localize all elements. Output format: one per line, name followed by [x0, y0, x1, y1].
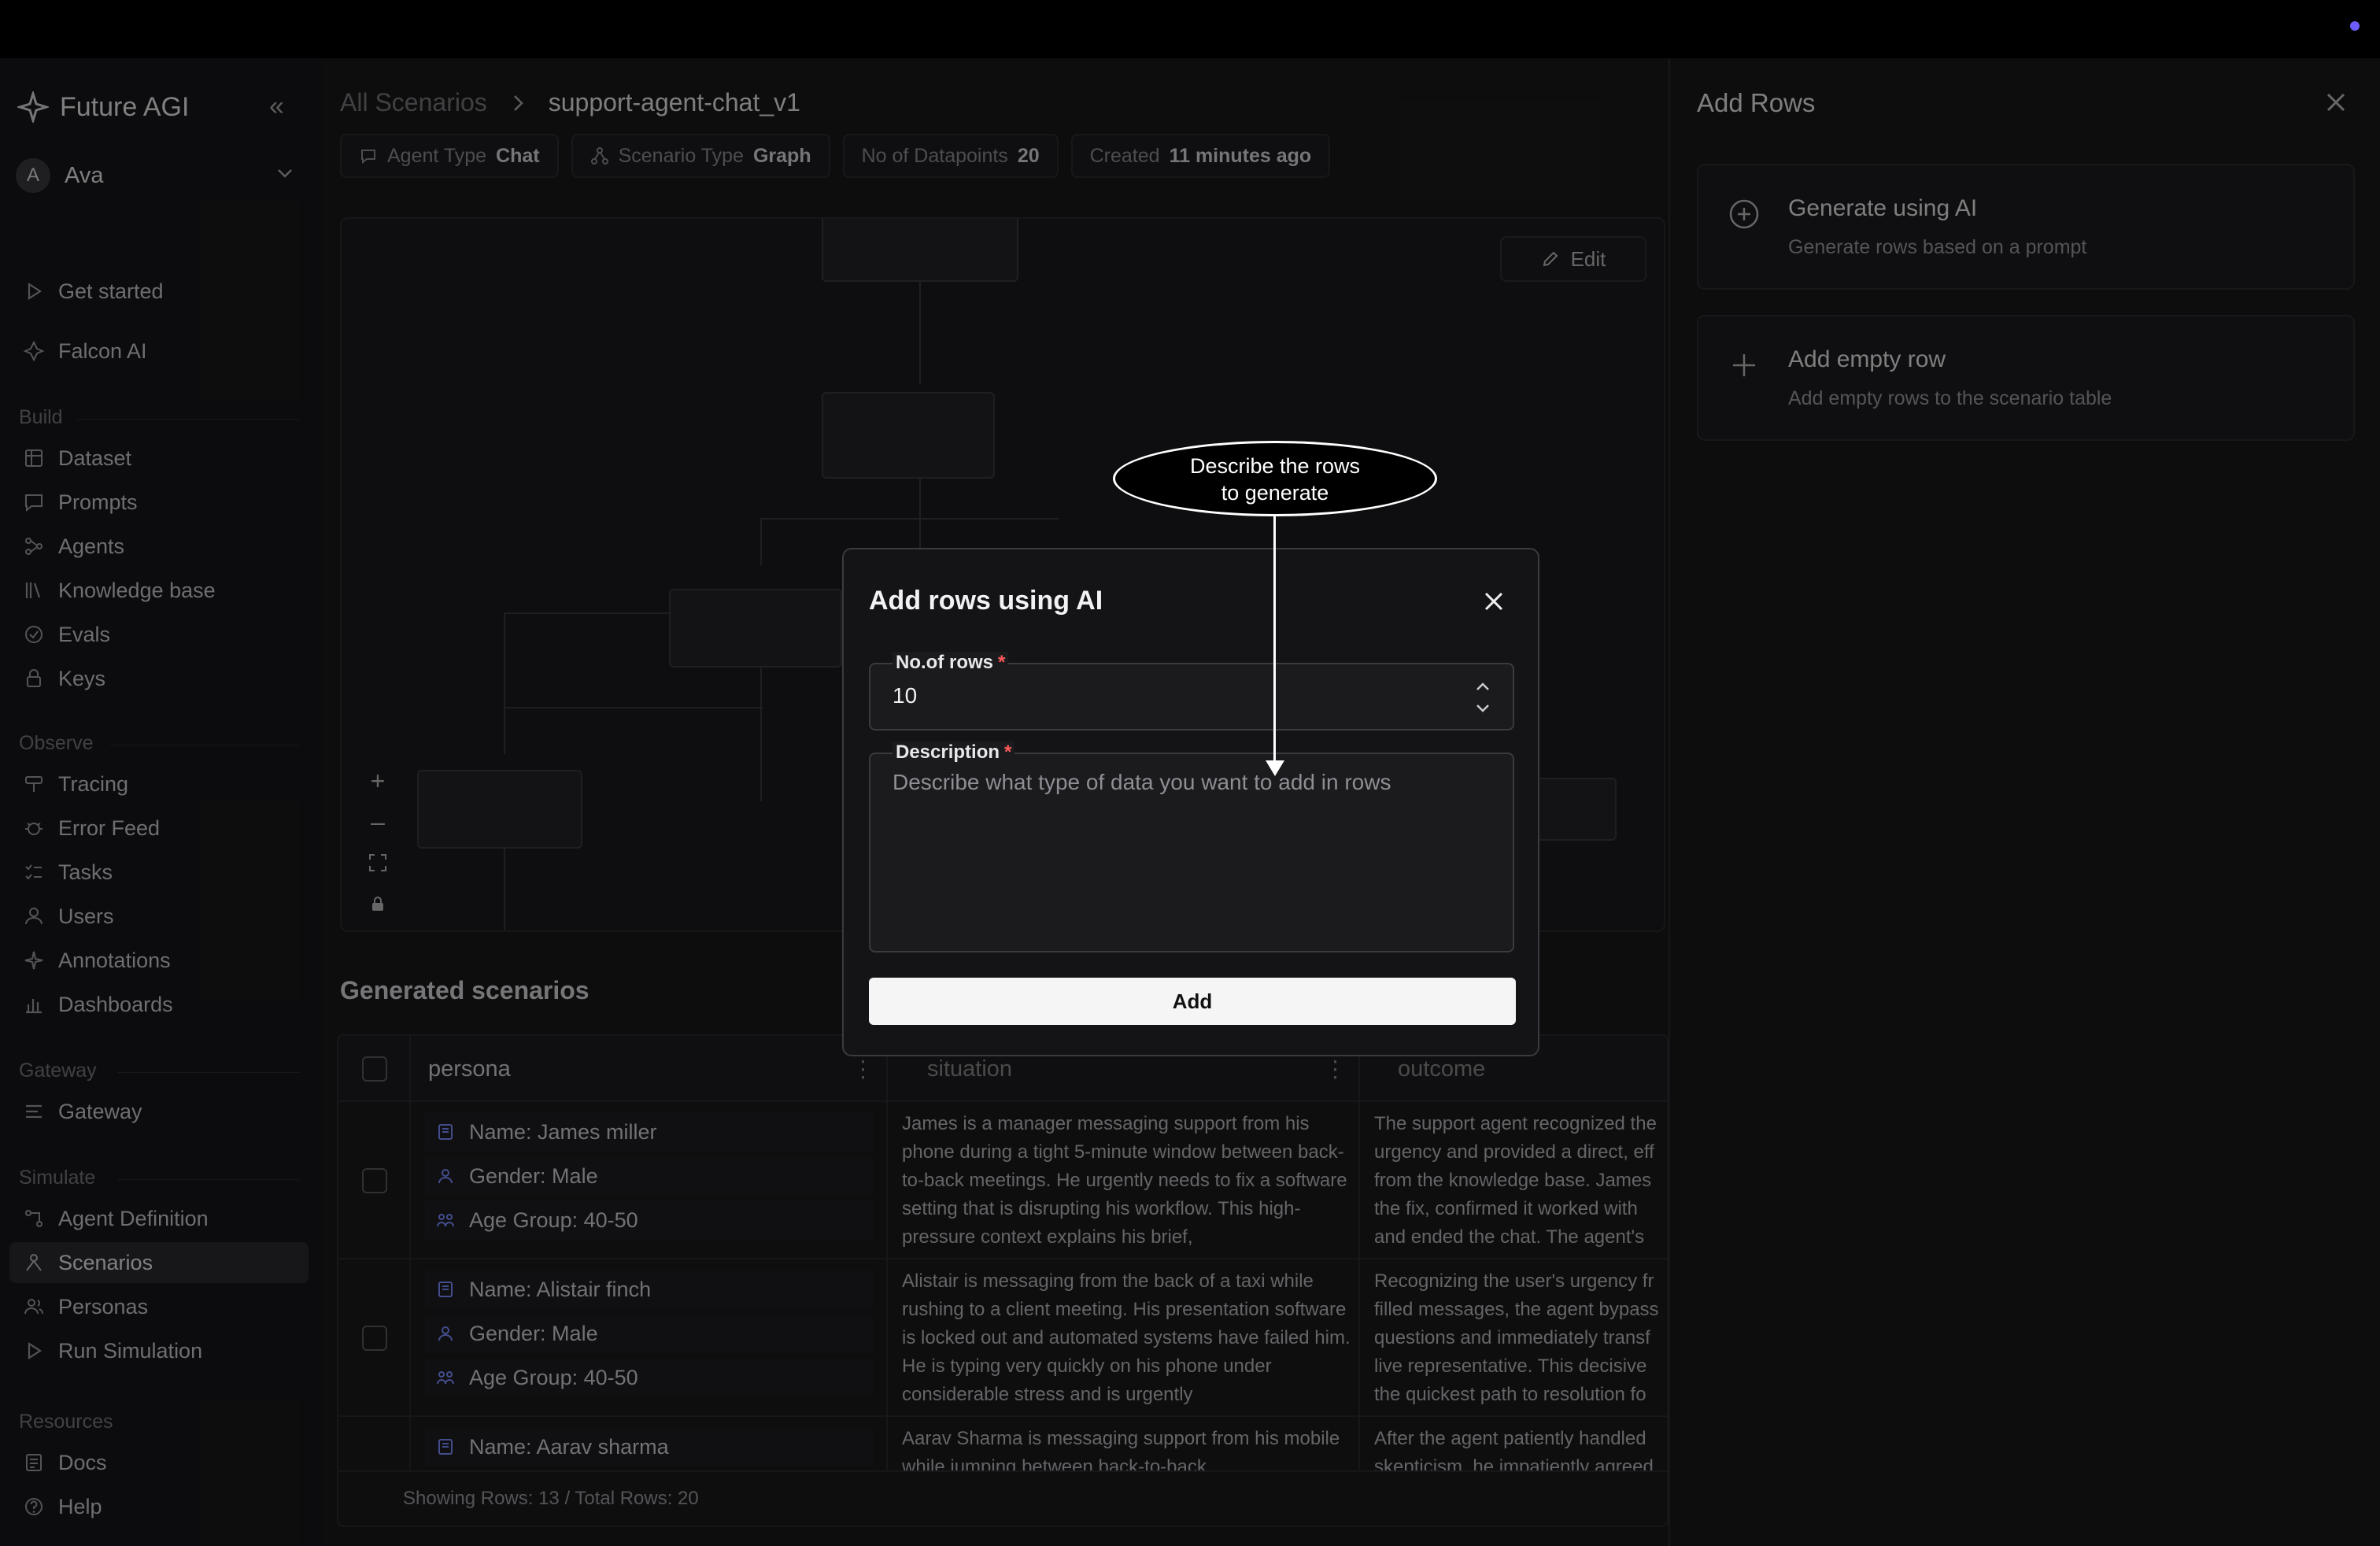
description-field[interactable]: Description * Describe what type of data …: [869, 742, 1514, 952]
annotation-callout: Describe the rows to generate: [1113, 441, 1437, 516]
rows-count-value[interactable]: 10: [893, 683, 917, 708]
close-icon[interactable]: [1480, 587, 1508, 616]
system-top-bar: [0, 0, 2380, 58]
description-label: Description *: [893, 742, 1015, 764]
callout-line-2: to generate: [1221, 481, 1329, 505]
required-asterisk: *: [1004, 742, 1012, 763]
rows-count-label: No.of rows *: [893, 652, 1009, 674]
required-asterisk: *: [998, 652, 1006, 673]
callout-line-1: Describe the rows: [1189, 454, 1361, 478]
annotation-arrow-head: [1266, 760, 1284, 776]
description-placeholder: Describe what type of data you want to a…: [893, 770, 1391, 794]
add-button[interactable]: Add: [869, 978, 1516, 1025]
rows-count-label-text: No.of rows: [896, 652, 993, 673]
status-dot: [2350, 21, 2360, 31]
modal-title: Add rows using AI: [869, 586, 1103, 616]
annotation-arrow-line: [1273, 516, 1276, 765]
stepper-arrows-icon[interactable]: [1472, 672, 1494, 723]
rows-count-stepper[interactable]: No.of rows * 10: [869, 652, 1514, 730]
add-rows-ai-modal: Add rows using AI No.of rows * 10 Descrip…: [842, 548, 1539, 1056]
description-label-text: Description: [896, 742, 1000, 763]
